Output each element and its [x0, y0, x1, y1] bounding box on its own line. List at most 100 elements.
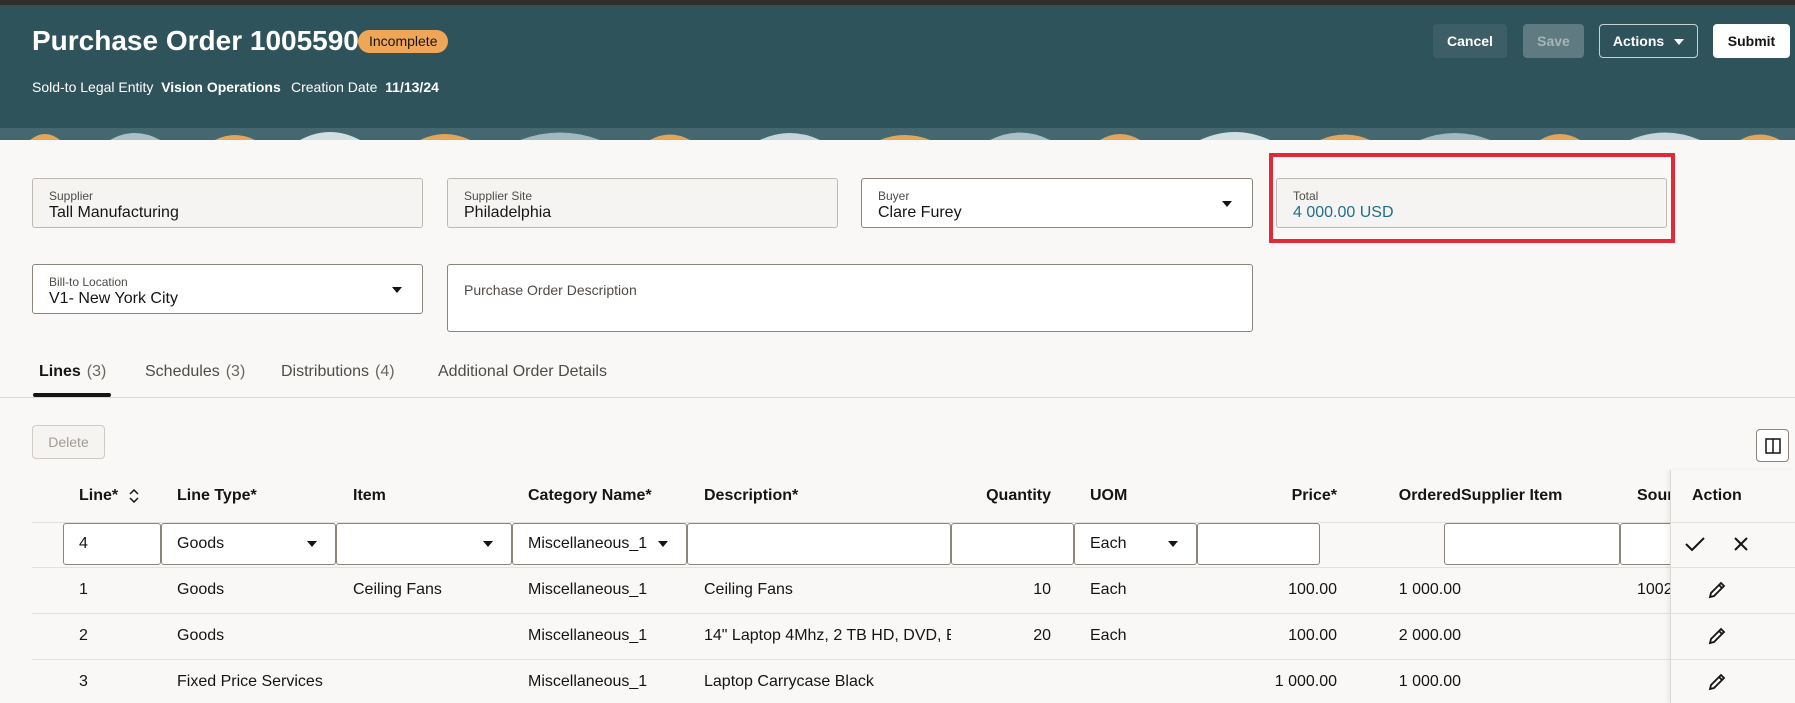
- col-line-label: Line*: [79, 487, 119, 504]
- page-header: Purchase Order 1005590 Incomplete Sold-t…: [0, 5, 1795, 128]
- row-divider: [1671, 522, 1795, 523]
- creation-date-value: 11/13/24: [385, 79, 439, 95]
- pencil-icon[interactable]: [1707, 626, 1727, 646]
- row1-source: 1002: [1637, 581, 1673, 598]
- row2-description: 14" Laptop 4Mhz, 2 TB HD, DVD, Black: [704, 627, 951, 644]
- status-badge: Incomplete: [358, 30, 449, 53]
- buyer-value: Clare Furey: [878, 204, 962, 221]
- delete-button[interactable]: Delete: [32, 425, 105, 459]
- columns-button[interactable]: [1756, 429, 1789, 462]
- row-divider: [1671, 567, 1795, 568]
- row-divider: [32, 659, 1795, 660]
- actions-button[interactable]: Actions: [1599, 24, 1698, 58]
- close-icon[interactable]: [1733, 536, 1749, 552]
- col-description: Description*: [704, 487, 799, 504]
- row2-price: 100.00: [1288, 627, 1337, 644]
- col-item: Item: [353, 487, 386, 504]
- price-input[interactable]: [1197, 523, 1320, 565]
- category-value: Miscellaneous_1: [528, 535, 648, 552]
- row1-line: 1: [79, 581, 88, 598]
- quantity-input[interactable]: [951, 523, 1074, 565]
- row2-quantity: 20: [1033, 627, 1051, 644]
- row1-ordered: 1 000.00: [1398, 581, 1461, 598]
- lines-table: Line* Line Type* Item Category Name* Des…: [32, 470, 1795, 703]
- uom-select[interactable]: Each: [1074, 523, 1197, 565]
- col-category-name: Category Name*: [528, 487, 652, 504]
- row1-quantity: 10: [1033, 581, 1051, 598]
- chevron-down-icon: [1168, 541, 1178, 547]
- bill-to-location-select[interactable]: Bill-to Location V1- New York City: [32, 264, 423, 314]
- buyer-select[interactable]: Buyer Clare Furey: [861, 178, 1253, 228]
- line-number-input[interactable]: 4: [63, 523, 161, 565]
- supplier-site-field[interactable]: Supplier Site Philadelphia: [447, 178, 838, 228]
- supplier-value: Tall Manufacturing: [49, 204, 179, 221]
- tab-lines[interactable]: Lines (3): [39, 363, 106, 381]
- creation-date-label: Creation Date: [291, 79, 378, 95]
- actions-label: Actions: [1612, 33, 1665, 49]
- col-line[interactable]: Line*: [79, 487, 139, 505]
- columns-icon: [1765, 438, 1781, 454]
- row2-ordered: 2 000.00: [1398, 627, 1461, 644]
- row-divider: [32, 567, 1795, 568]
- active-tab-indicator: [33, 393, 111, 397]
- save-button[interactable]: Save: [1523, 24, 1584, 58]
- submit-button[interactable]: Submit: [1713, 24, 1790, 58]
- tab-count: (4): [375, 363, 395, 380]
- row1-description: Ceiling Fans: [704, 581, 793, 598]
- supplier-site-label: Supplier Site: [464, 189, 533, 203]
- row3-description: Laptop Carrycase Black: [704, 673, 874, 690]
- row1-line-type: Goods: [177, 581, 225, 598]
- supplier-site-value: Philadelphia: [464, 204, 552, 221]
- highlight-box: [1269, 153, 1675, 243]
- pencil-icon[interactable]: [1707, 672, 1727, 692]
- chevron-down-icon: [392, 287, 402, 293]
- chevron-down-icon: [1222, 201, 1232, 207]
- tab-label: Distributions: [281, 363, 370, 380]
- row1-item: Ceiling Fans: [353, 581, 442, 598]
- tab-label: Schedules: [145, 363, 220, 380]
- tab-bar: Lines (3) Schedules (3) Distributions (4) A…: [0, 355, 1795, 398]
- tab-additional-order-details[interactable]: Additional Order Details: [438, 363, 607, 381]
- chevron-down-icon: [483, 541, 493, 547]
- cancel-button[interactable]: Cancel: [1433, 24, 1507, 58]
- row-divider: [1671, 659, 1795, 660]
- col-price: Price*: [1291, 487, 1337, 504]
- row3-ordered: 1 000.00: [1398, 673, 1461, 690]
- row2-line-type: Goods: [177, 627, 225, 644]
- check-icon[interactable]: [1684, 535, 1706, 553]
- row2-line: 2: [79, 627, 88, 644]
- bill-to-label: Bill-to Location: [49, 275, 128, 289]
- row2-category: Miscellaneous_1: [528, 627, 648, 644]
- description-label: Purchase Order Description: [464, 282, 637, 298]
- tab-distributions[interactable]: Distributions (4): [281, 363, 395, 381]
- row-divider: [1671, 613, 1795, 614]
- item-select[interactable]: [336, 523, 512, 565]
- buyer-label: Buyer: [878, 189, 910, 203]
- tab-schedules[interactable]: Schedules (3): [145, 363, 245, 381]
- pencil-icon[interactable]: [1707, 580, 1727, 600]
- supplier-label: Supplier: [49, 189, 94, 203]
- col-quantity: Quantity: [986, 487, 1051, 504]
- supplier-item-input[interactable]: [1444, 523, 1620, 565]
- bill-to-value: V1- New York City: [49, 290, 178, 307]
- chevron-down-icon: [658, 541, 668, 547]
- sold-to-label: Sold-to Legal Entity: [32, 79, 154, 95]
- line-type-value: Goods: [177, 535, 225, 552]
- chevron-down-icon: [307, 541, 317, 547]
- sold-to-value: Vision Operations: [161, 79, 281, 95]
- description-input[interactable]: [687, 523, 951, 565]
- tab-label: Lines: [39, 363, 81, 380]
- line-type-select[interactable]: Goods: [161, 523, 336, 565]
- col-action: Action: [1692, 487, 1742, 504]
- supplier-field[interactable]: Supplier Tall Manufacturing: [32, 178, 423, 228]
- row1-category: Miscellaneous_1: [528, 581, 648, 598]
- description-textarea[interactable]: Purchase Order Description: [447, 264, 1253, 332]
- col-ordered: Ordered: [1398, 487, 1461, 504]
- row1-price: 100.00: [1288, 581, 1337, 598]
- col-supplier-item: Supplier Item: [1461, 487, 1563, 504]
- tab-label: Additional Order Details: [438, 363, 607, 380]
- col-uom: UOM: [1090, 487, 1128, 504]
- category-select[interactable]: Miscellaneous_1: [512, 523, 687, 565]
- sort-icon: [129, 488, 139, 503]
- decorative-banner: [0, 128, 1795, 140]
